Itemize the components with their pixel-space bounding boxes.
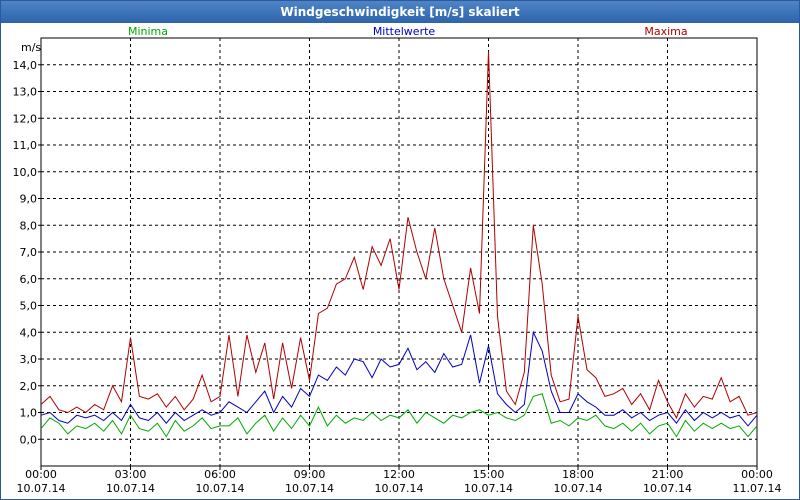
- x-tick-label-date: 10.07.14: [196, 482, 245, 495]
- legend-entry-mittelwerte: Mittelwerte: [373, 25, 436, 38]
- x-tick-label-date: 10.07.14: [464, 482, 513, 495]
- y-tick-label: 8,0: [20, 219, 38, 232]
- x-tick-label-date: 10.07.14: [106, 482, 155, 495]
- y-tick-label: 2,0: [20, 380, 38, 393]
- x-tick-label-time: 00:00: [25, 468, 57, 481]
- x-tick-label-time: 00:00: [741, 468, 773, 481]
- chart-window: Windgeschwindigkeit [m/s] skaliert m/s 0…: [0, 0, 800, 500]
- x-tick-label-date: 10.07.14: [643, 482, 692, 495]
- x-tick-label-time: 06:00: [204, 468, 236, 481]
- x-tick-label-time: 09:00: [294, 468, 326, 481]
- x-tick-label-date: 10.07.14: [554, 482, 603, 495]
- wind-speed-chart: m/s 0,0 1,0 2,0 3,0 4,0 5,0 6,0 7,0 8,0 9,0 10,0 11…: [13, 25, 782, 495]
- x-tick-label-date: 11.07.14: [733, 482, 782, 495]
- x-tick-label-time: 15:00: [473, 468, 505, 481]
- x-tick-label-time: 18:00: [562, 468, 594, 481]
- y-axis: m/s 0,0 1,0 2,0 3,0 4,0 5,0 6,0 7,0 8,0 9,0 10,0 11…: [13, 41, 42, 446]
- x-tick-label-time: 21:00: [652, 468, 684, 481]
- y-tick-label: 5,0: [20, 300, 38, 313]
- legend-entry-maxima: Maxima: [644, 25, 687, 38]
- y-tick-label: 3,0: [20, 353, 38, 366]
- x-axis: 00:0010.07.1403:0010.07.1406:0010.07.140…: [17, 466, 782, 495]
- y-tick-label: 4,0: [20, 326, 38, 339]
- y-tick-label: 10,0: [13, 166, 38, 179]
- x-tick-label-date: 10.07.14: [285, 482, 334, 495]
- y-tick-label: 13,0: [13, 86, 38, 99]
- window-title: Windgeschwindigkeit [m/s] skaliert: [1, 1, 799, 23]
- y-tick-label: 7,0: [20, 246, 38, 259]
- y-tick-label: 6,0: [20, 273, 38, 286]
- x-tick-label-date: 10.07.14: [17, 482, 66, 495]
- y-tick-label: 12,0: [13, 112, 38, 125]
- y-axis-unit-label: m/s: [21, 41, 41, 54]
- legend-entry-minima: Minima: [128, 25, 168, 38]
- x-tick-label-date: 10.07.14: [375, 482, 424, 495]
- y-tick-label: 14,0: [13, 59, 38, 72]
- y-tick-label: 1,0: [20, 407, 38, 420]
- x-tick-label-time: 12:00: [383, 468, 415, 481]
- y-tick-label: 11,0: [13, 139, 38, 152]
- x-tick-label-time: 03:00: [115, 468, 147, 481]
- y-tick-label: 0,0: [20, 433, 38, 446]
- y-tick-label: 9,0: [20, 193, 38, 206]
- legend: Minima Mittelwerte Maxima: [128, 25, 688, 38]
